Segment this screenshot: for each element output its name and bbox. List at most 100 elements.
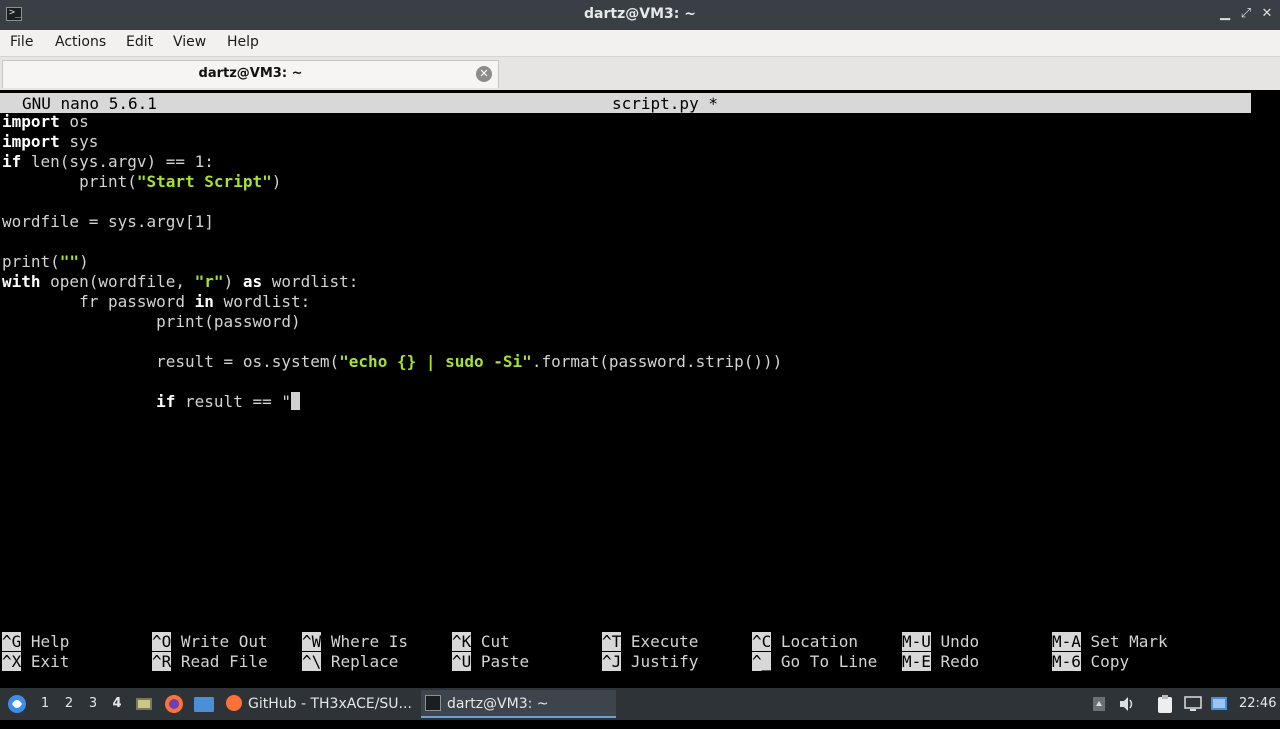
code-line[interactable]: import sys <box>2 132 98 152</box>
shortcut-help: ^G Help <box>2 632 69 652</box>
code-line[interactable]: print(password) <box>2 312 301 332</box>
shortcut-key: ^W <box>302 632 322 651</box>
shortcut-desc: Exit <box>30 652 70 671</box>
shortcut-write-out: ^O Write Out <box>152 632 268 652</box>
task-button-terminal[interactable]: dartz@VM3: ~ <box>421 690 616 718</box>
terminal-scrollbar[interactable] <box>1252 93 1280 683</box>
shortcut-key: ^J <box>602 652 622 671</box>
code-line[interactable]: if len(sys.argv) == 1: <box>2 152 214 172</box>
shortcut-desc: Execute <box>630 632 699 651</box>
tray-arrow-icon[interactable] <box>1092 694 1106 714</box>
code-line[interactable]: import os <box>2 112 89 132</box>
shortcut-desc: Help <box>30 632 70 651</box>
code-token: sys <box>59 132 99 151</box>
shortcut-replace: ^\ Replace <box>302 652 398 672</box>
shortcut-key: M-A <box>1052 632 1081 651</box>
code-token: if <box>156 392 176 411</box>
terminal-area[interactable]: GNU nano 5.6.1 script.py * import os impo… <box>0 90 1280 688</box>
code-token: wordfile = sys.argv[1] <box>2 212 214 231</box>
nano-filename: script.py * <box>612 94 718 113</box>
start-menu-icon[interactable] <box>6 692 28 716</box>
task-button-firefox[interactable]: GitHub - TH3xACE/SU... <box>222 690 418 718</box>
menu-help[interactable]: Help <box>227 34 259 50</box>
close-button[interactable]: ✕ <box>1259 6 1275 22</box>
clipboard-icon[interactable] <box>1156 694 1174 714</box>
menu-edit[interactable]: Edit <box>126 34 153 50</box>
workspace-2[interactable]: 2 <box>62 696 76 711</box>
shortcut-go-to-line: ^_ Go To Line <box>752 652 877 672</box>
code-token: if <box>2 152 22 171</box>
code-token: os <box>59 112 89 131</box>
shortcut-desc: Set Mark <box>1090 632 1168 651</box>
minimize-button[interactable]: ▁ <box>1217 6 1233 22</box>
code-token: as <box>242 272 263 291</box>
firefox-launcher-icon[interactable] <box>164 693 184 715</box>
shortcut-key: M-E <box>902 652 931 671</box>
code-token: wordlist: <box>262 272 359 291</box>
nano-version: GNU nano 5.6.1 <box>22 94 157 113</box>
shortcut-desc: Cut <box>480 632 510 651</box>
shortcut-justify: ^J Justify <box>602 652 698 672</box>
code-token: wordlist: <box>213 292 311 311</box>
shortcut-copy: M-6 Copy <box>1052 652 1129 672</box>
code-line[interactable]: wordfile = sys.argv[1] <box>2 212 214 232</box>
shortcut-desc: Undo <box>940 632 980 651</box>
code-token: in <box>194 292 214 311</box>
menubar: File Actions Edit View Help <box>0 30 1280 57</box>
workspace-1[interactable]: 1 <box>38 696 52 711</box>
taskbar: 1234 GitHub - TH3xACE/SU... dartz@VM3: ~ … <box>0 688 1280 720</box>
code-line[interactable]: fr password in wordlist: <box>2 292 310 312</box>
code-token: result = os.system( <box>2 352 340 371</box>
shortcut-set-mark: M-A Set Mark <box>1052 632 1168 652</box>
menu-actions[interactable]: Actions <box>55 34 106 50</box>
file-manager-icon[interactable] <box>193 694 215 714</box>
code-line[interactable]: with open(wordfile, "r") as wordlist: <box>2 272 358 292</box>
shortcut-key: M-6 <box>1052 652 1081 671</box>
code-token: fr password <box>2 292 195 311</box>
code-token: "echo {} | sudo -Si" <box>339 352 532 371</box>
code-token: len(sys.argv) == 1: <box>21 152 214 171</box>
firefox-icon <box>226 695 242 711</box>
clock[interactable]: 22:46 <box>1239 688 1276 720</box>
text-cursor <box>290 392 300 410</box>
tab-label: dartz@VM3: ~ <box>198 66 303 81</box>
shortcut-paste: ^U Paste <box>452 652 529 672</box>
menu-file[interactable]: File <box>10 34 33 50</box>
shortcut-desc: Paste <box>480 652 530 671</box>
shortcut-key: ^R <box>152 652 172 671</box>
code-line[interactable]: print("") <box>2 252 89 272</box>
code-token: ) <box>223 272 243 291</box>
menu-view[interactable]: View <box>173 34 206 50</box>
code-line[interactable]: print("Start Script") <box>2 172 281 192</box>
workspace-4[interactable]: 4 <box>110 696 124 711</box>
maximize-button[interactable]: ⤢ <box>1238 6 1254 22</box>
show-desktop-icon[interactable] <box>135 694 153 714</box>
shortcut-cut: ^K Cut <box>452 632 510 652</box>
shortcut-key: ^_ <box>752 652 772 671</box>
code-token: ) <box>79 252 89 271</box>
code-token: result == " <box>175 392 291 411</box>
code-line[interactable]: result = os.system("echo {} | sudo -Si".… <box>2 352 782 372</box>
shortcut-key: ^U <box>452 652 472 671</box>
nano-header: GNU nano 5.6.1 script.py * <box>0 93 1251 113</box>
window-titlebar[interactable]: >_ dartz@VM3: ~ ▁ ⤢ ✕ <box>0 0 1280 30</box>
code-token: import <box>2 112 60 131</box>
tab-close-icon[interactable]: ✕ <box>476 66 492 82</box>
shortcut-desc: Write Out <box>180 632 268 651</box>
code-token: import <box>2 132 60 151</box>
shortcut-redo: M-E Redo <box>902 652 979 672</box>
volume-icon[interactable] <box>1117 694 1137 714</box>
code-token: print( <box>2 252 60 271</box>
shortcut-desc: Redo <box>940 652 980 671</box>
tab-terminal[interactable]: dartz@VM3: ~ ✕ <box>2 60 499 88</box>
workspace-3[interactable]: 3 <box>86 696 100 711</box>
shortcut-key: ^O <box>152 632 172 651</box>
code-line[interactable]: if result == " <box>2 392 300 412</box>
network-icon[interactable] <box>1209 694 1229 714</box>
display-icon[interactable] <box>1183 694 1203 714</box>
code-token: "Start Script" <box>136 172 272 191</box>
window-title: dartz@VM3: ~ <box>584 6 696 22</box>
code-token: "r" <box>194 272 224 291</box>
code-token: print(password) <box>2 312 301 331</box>
shortcut-desc: Go To Line <box>780 652 878 671</box>
